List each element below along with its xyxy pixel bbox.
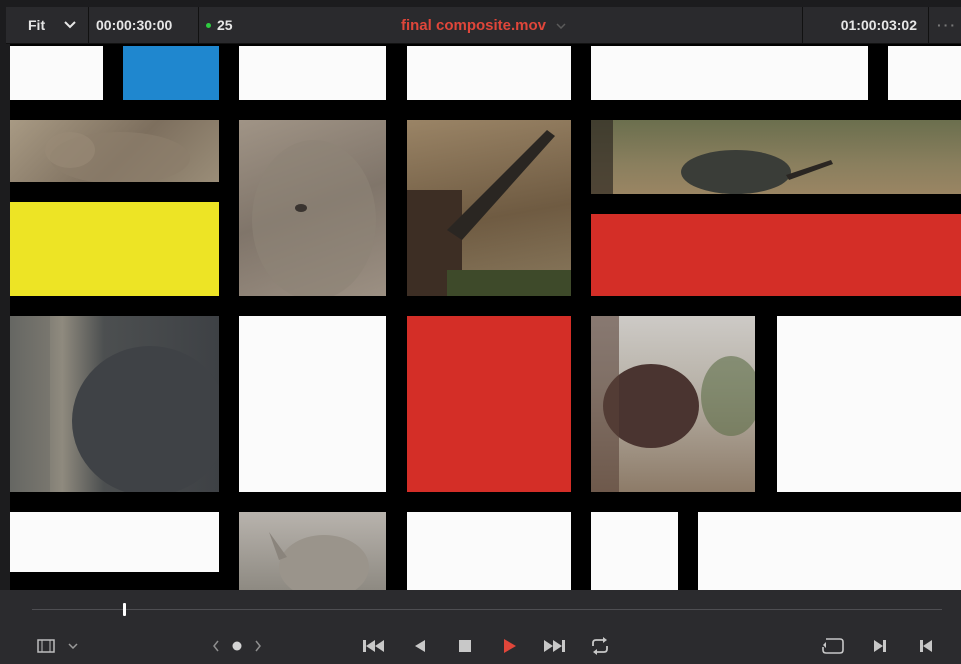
white-tile [777, 316, 961, 492]
loop-icon[interactable] [588, 633, 612, 659]
chevron-right-icon[interactable] [252, 633, 264, 659]
white-tile [407, 512, 571, 590]
divider [802, 7, 803, 43]
white-tile [698, 512, 961, 590]
viewer-header: Fit 00:00:30:00 25 final composite.mov 0… [6, 7, 961, 44]
previous-clip-icon[interactable] [360, 633, 388, 659]
match-frame-icon[interactable] [820, 633, 846, 659]
reverse-play-icon[interactable] [410, 633, 430, 659]
red-tile [407, 316, 571, 492]
transport-controls [0, 590, 961, 664]
white-tile [591, 512, 678, 590]
white-tile [888, 46, 961, 100]
scrubber-playhead[interactable] [123, 603, 126, 616]
jog-dot-icon[interactable] [230, 633, 244, 659]
video-viewer[interactable] [10, 44, 961, 590]
current-timecode: 01:00:03:02 [840, 17, 917, 33]
rhino-skin-video-tile [10, 316, 219, 492]
red-tile [591, 214, 961, 296]
next-clip-icon[interactable] [540, 633, 568, 659]
rhino-closeup-video-tile [239, 120, 386, 296]
white-tile [239, 316, 386, 492]
ranger-field-video-tile [591, 120, 961, 194]
divider [928, 7, 929, 43]
more-options-icon[interactable]: ··· [937, 7, 957, 43]
ranger-rifle-video-tile [407, 120, 571, 296]
scrubber-track[interactable] [32, 609, 942, 610]
hand-video-tile [591, 316, 755, 492]
next-frame-icon[interactable] [870, 633, 890, 659]
white-tile [239, 46, 386, 100]
stop-icon[interactable] [455, 633, 475, 659]
white-tile [591, 46, 868, 100]
chevron-left-icon[interactable] [210, 633, 222, 659]
previous-frame-icon[interactable] [916, 633, 936, 659]
chevron-down-icon[interactable] [556, 18, 566, 32]
white-tile [407, 46, 571, 100]
white-tile [10, 46, 103, 100]
viewer-mode-icon[interactable] [36, 633, 56, 659]
yellow-tile [10, 202, 219, 296]
chevron-down-icon[interactable] [66, 633, 80, 659]
white-tile [10, 512, 219, 572]
play-icon[interactable] [500, 633, 520, 659]
clip-title[interactable]: final composite.mov [6, 7, 961, 43]
rhino-video-tile [10, 120, 219, 182]
blue-tile [123, 46, 219, 100]
clip-title-text: final composite.mov [400, 16, 547, 34]
rhino-walking-video-tile [239, 512, 386, 590]
